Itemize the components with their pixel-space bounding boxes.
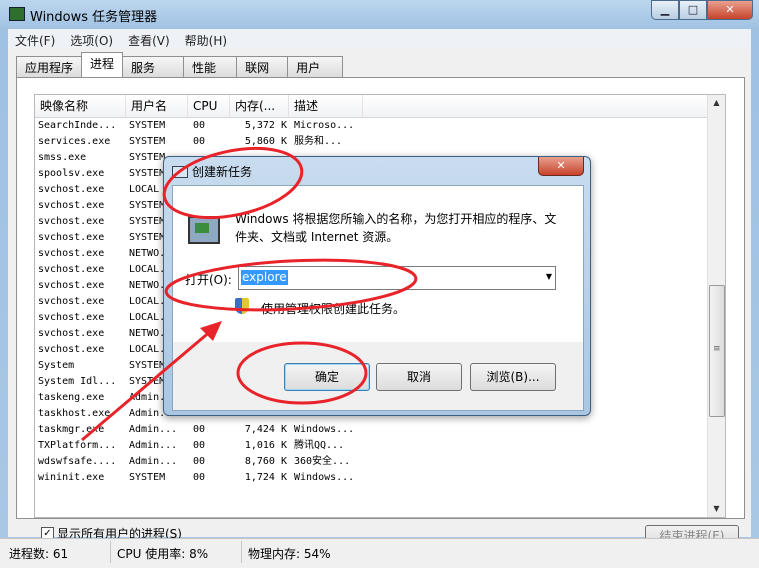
annotation-arrow (81, 328, 213, 442)
annotation-circle-ok (236, 341, 368, 405)
tab-processes[interactable]: 进程 (81, 52, 124, 77)
annotation-overlay (81, 146, 418, 442)
annotation-circle-title (162, 146, 304, 220)
annotation-circle-input (164, 258, 418, 312)
